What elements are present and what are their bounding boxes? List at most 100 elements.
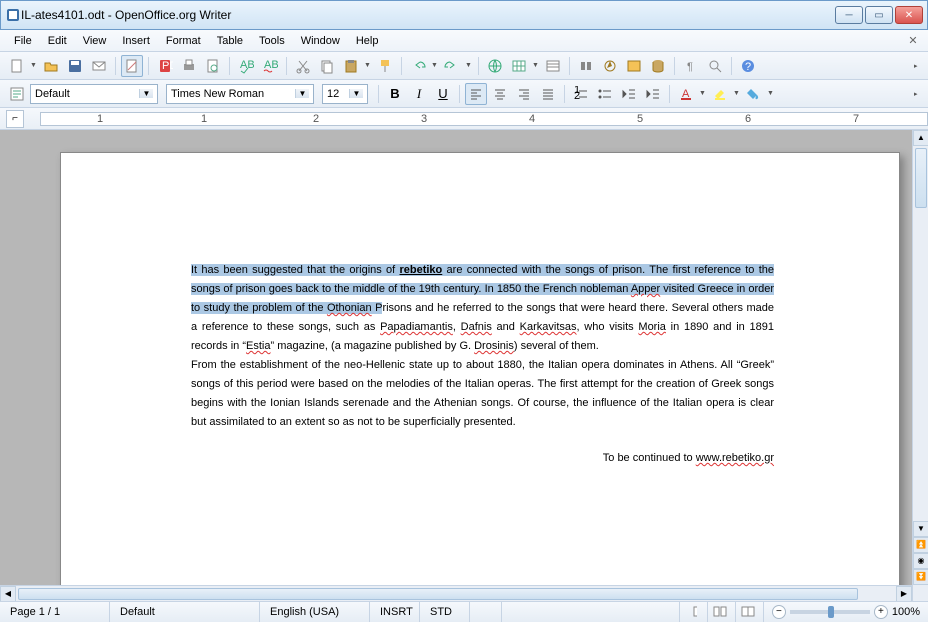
next-page-icon[interactable]: ⏬ bbox=[913, 569, 928, 585]
bullet-list-button[interactable] bbox=[594, 83, 616, 105]
dropdown-icon[interactable]: ▼ bbox=[532, 62, 540, 69]
edit-doc-button[interactable] bbox=[121, 55, 143, 77]
zoom-button[interactable] bbox=[704, 55, 726, 77]
dropdown-icon[interactable]: ▼ bbox=[30, 62, 38, 69]
italic-button[interactable]: I bbox=[408, 83, 430, 105]
print-button[interactable] bbox=[178, 55, 200, 77]
nav-icon[interactable]: ◉ bbox=[913, 553, 928, 569]
page-indicator: Page 1 / 1 bbox=[0, 602, 110, 622]
prev-page-icon[interactable]: ⏫ bbox=[913, 537, 928, 553]
view-multi-icon[interactable] bbox=[708, 602, 736, 622]
records-button[interactable] bbox=[542, 55, 564, 77]
close-button[interactable]: ✕ bbox=[895, 6, 923, 24]
ruler-strip[interactable]: 1 1 2 3 4 5 6 7 bbox=[40, 112, 928, 126]
undo-button[interactable] bbox=[407, 55, 429, 77]
dropdown-icon[interactable]: ▼ bbox=[349, 89, 363, 98]
insert-mode[interactable]: INSRT bbox=[370, 602, 420, 622]
view-single-icon[interactable] bbox=[680, 602, 708, 622]
svg-text:PDF: PDF bbox=[162, 60, 173, 72]
new-button[interactable] bbox=[6, 55, 28, 77]
language[interactable]: English (USA) bbox=[260, 602, 370, 622]
scroll-right-icon[interactable]: ▶ bbox=[896, 586, 912, 601]
menu-format[interactable]: Format bbox=[158, 33, 209, 49]
scroll-down-icon[interactable]: ▼ bbox=[913, 521, 928, 537]
styles-button[interactable] bbox=[6, 83, 28, 105]
menu-edit[interactable]: Edit bbox=[40, 33, 75, 49]
scroll-thumb[interactable] bbox=[915, 148, 927, 208]
spellcheck-button[interactable]: ABC bbox=[235, 55, 257, 77]
toolbar-overflow-icon[interactable]: ▸ bbox=[914, 62, 922, 70]
open-button[interactable] bbox=[40, 55, 62, 77]
align-center-button[interactable] bbox=[489, 83, 511, 105]
scroll-up-icon[interactable]: ▲ bbox=[913, 130, 928, 146]
view-book-icon[interactable] bbox=[736, 602, 764, 622]
minimize-button[interactable]: ─ bbox=[835, 6, 863, 24]
redo-button[interactable] bbox=[441, 55, 463, 77]
pdf-button[interactable]: PDF bbox=[154, 55, 176, 77]
bg-color-button[interactable] bbox=[743, 83, 765, 105]
table-button[interactable] bbox=[508, 55, 530, 77]
app-icon bbox=[5, 7, 21, 23]
size-combo[interactable]: 12▼ bbox=[322, 84, 368, 104]
dropdown-icon[interactable]: ▼ bbox=[733, 90, 741, 97]
maximize-button[interactable]: ▭ bbox=[865, 6, 893, 24]
align-right-button[interactable] bbox=[513, 83, 535, 105]
doc-close-icon[interactable]: ✕ bbox=[904, 33, 922, 49]
menu-view[interactable]: View bbox=[75, 33, 115, 49]
page[interactable]: It has been suggested that the origins o… bbox=[60, 152, 900, 601]
dropdown-icon[interactable]: ▼ bbox=[699, 90, 707, 97]
menu-tools[interactable]: Tools bbox=[251, 33, 293, 49]
menu-table[interactable]: Table bbox=[209, 33, 251, 49]
nonprint-button[interactable]: ¶ bbox=[680, 55, 702, 77]
underline-button[interactable]: U bbox=[432, 83, 454, 105]
font-color-button[interactable]: A bbox=[675, 83, 697, 105]
selection-mode[interactable]: STD bbox=[420, 602, 470, 622]
zoom-in-button[interactable]: + bbox=[874, 605, 888, 619]
zoom-value[interactable]: 100% bbox=[892, 606, 920, 618]
format-paint-button[interactable] bbox=[374, 55, 396, 77]
preview-button[interactable] bbox=[202, 55, 224, 77]
horizontal-scrollbar[interactable]: ◀ ▶ bbox=[0, 585, 912, 601]
font-combo[interactable]: Times New Roman▼ bbox=[166, 84, 314, 104]
dropdown-icon[interactable]: ▼ bbox=[295, 89, 309, 98]
menu-insert[interactable]: Insert bbox=[114, 33, 158, 49]
menu-window[interactable]: Window bbox=[293, 33, 348, 49]
style-combo[interactable]: Default▼ bbox=[30, 84, 158, 104]
zoom-slider[interactable] bbox=[790, 610, 870, 614]
navigator-button[interactable] bbox=[599, 55, 621, 77]
dropdown-icon[interactable]: ▼ bbox=[767, 90, 775, 97]
vertical-scrollbar[interactable]: ▲ ▼ ⏫ ◉ ⏬ bbox=[912, 130, 928, 601]
save-button[interactable] bbox=[64, 55, 86, 77]
toolbar-overflow-icon[interactable]: ▸ bbox=[914, 90, 922, 98]
signature[interactable] bbox=[470, 602, 502, 622]
tab-type-button[interactable]: ⌐ bbox=[6, 110, 24, 128]
scroll-thumb[interactable] bbox=[18, 588, 858, 600]
indent-button[interactable] bbox=[642, 83, 664, 105]
paste-button[interactable] bbox=[340, 55, 362, 77]
autospell-button[interactable]: ABC bbox=[259, 55, 281, 77]
dropdown-icon[interactable]: ▼ bbox=[364, 62, 372, 69]
highlight-button[interactable] bbox=[709, 83, 731, 105]
bold-button[interactable]: B bbox=[384, 83, 406, 105]
datasources-button[interactable] bbox=[647, 55, 669, 77]
gallery-button[interactable] bbox=[623, 55, 645, 77]
find-button[interactable] bbox=[575, 55, 597, 77]
zoom-out-button[interactable]: − bbox=[772, 605, 786, 619]
numbered-list-button[interactable]: 12 bbox=[570, 83, 592, 105]
dropdown-icon[interactable]: ▼ bbox=[431, 62, 439, 69]
dropdown-icon[interactable]: ▼ bbox=[465, 62, 473, 69]
help-button[interactable]: ? bbox=[737, 55, 759, 77]
page-style[interactable]: Default bbox=[110, 602, 260, 622]
email-button[interactable] bbox=[88, 55, 110, 77]
menu-help[interactable]: Help bbox=[348, 33, 387, 49]
cut-button[interactable] bbox=[292, 55, 314, 77]
hyperlink-button[interactable] bbox=[484, 55, 506, 77]
outdent-button[interactable] bbox=[618, 83, 640, 105]
align-justify-button[interactable] bbox=[537, 83, 559, 105]
dropdown-icon[interactable]: ▼ bbox=[139, 89, 153, 98]
align-left-button[interactable] bbox=[465, 83, 487, 105]
text-content[interactable]: It has been suggested that the origins o… bbox=[185, 253, 780, 473]
scroll-left-icon[interactable]: ◀ bbox=[0, 586, 16, 601]
menu-file[interactable]: File bbox=[6, 33, 40, 49]
copy-button[interactable] bbox=[316, 55, 338, 77]
